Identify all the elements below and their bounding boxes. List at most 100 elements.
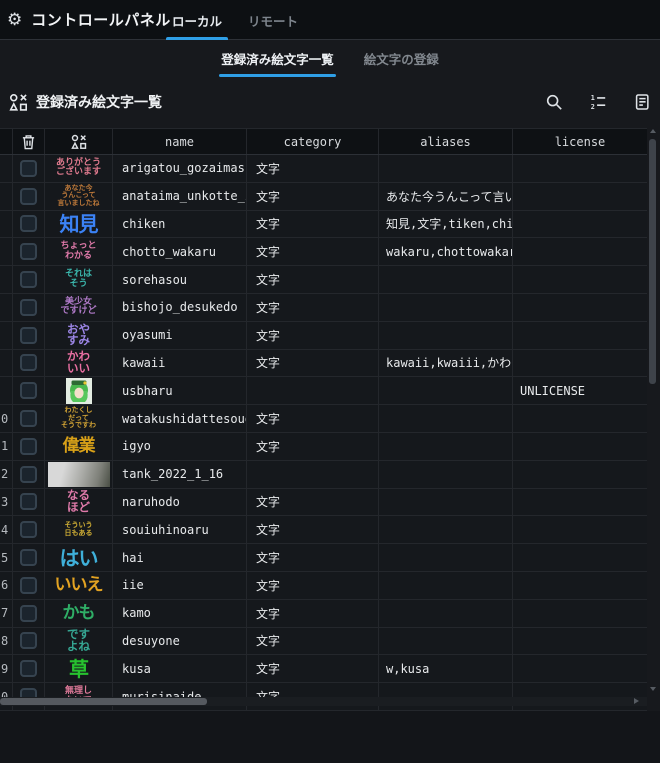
emoji-glyph: 知見 <box>60 214 98 234</box>
emoji-category: 文字 <box>247 183 379 210</box>
row-checkbox[interactable] <box>20 327 37 344</box>
row-checkbox[interactable] <box>20 188 37 205</box>
emoji-preview: 草 <box>45 655 113 682</box>
row-checkbox[interactable] <box>20 521 37 538</box>
emoji-name: kusa <box>113 655 247 682</box>
search-button[interactable] <box>542 90 566 114</box>
log-button[interactable] <box>630 90 654 114</box>
emoji-license <box>513 238 647 265</box>
table-row: 6 いいえ iie 文字 <box>0 572 647 600</box>
emoji-name: kawaii <box>113 350 247 377</box>
emoji-aliases: 知見,文字,tiken,chike <box>379 211 513 238</box>
row-id: 1 <box>0 433 13 460</box>
emoji-preview: ちょっと わかる <box>45 238 113 265</box>
table-row: 4 そういう 日もある souiuhinoaru 文字 <box>0 516 647 544</box>
emoji-glyph: わたくし だって そうですわ <box>61 407 96 430</box>
emoji-license <box>513 489 647 516</box>
emoji-name: iie <box>113 572 247 599</box>
emoji-glyph: です よね <box>67 629 90 652</box>
vertical-scrollbar-thumb[interactable] <box>649 139 656 384</box>
row-checkbox[interactable] <box>20 299 37 316</box>
emoji-preview: あなた今 うんこって 言いましたね <box>45 183 113 210</box>
row-id: 4 <box>0 516 13 543</box>
row-checkbox[interactable] <box>20 632 37 649</box>
row-checkbox[interactable] <box>20 493 37 510</box>
sort-button[interactable]: 1 2 <box>586 90 610 114</box>
row-checkbox[interactable] <box>20 382 37 399</box>
app-header: ⚙ コントロールパネル ローカル リモート <box>0 0 660 40</box>
row-id: 9 <box>0 655 13 682</box>
tab-local[interactable]: ローカル <box>164 0 230 40</box>
row-checkbox-cell <box>13 572 45 599</box>
row-checkbox[interactable] <box>20 660 37 677</box>
emoji-name: anataima_unkotte_iima <box>113 183 247 210</box>
col-category: category <box>247 129 379 154</box>
row-checkbox-cell <box>13 544 45 571</box>
tab-register-emoji[interactable]: 絵文字の登録 <box>362 41 441 75</box>
emoji-name: sorehasou <box>113 266 247 293</box>
section-actions: 1 2 <box>542 82 654 122</box>
emoji-name: chotto_wakaru <box>113 238 247 265</box>
horizontal-scrollbar-thumb[interactable] <box>0 698 207 705</box>
scroll-up-arrow-icon[interactable] <box>650 129 656 133</box>
horizontal-scrollbar[interactable] <box>0 697 647 706</box>
emoji-category: 文字 <box>247 294 379 321</box>
table-body: ありがとう ございます arigatou_gozaimasu 文字 <box>0 155 647 711</box>
emoji-aliases <box>379 461 513 488</box>
emoji-category <box>247 461 379 488</box>
emoji-preview: いいえ <box>45 572 113 599</box>
table-row: 0 わたくし だって そうですわ watakushidattesoudesu 文… <box>0 405 647 433</box>
tab-registered-emoji-list[interactable]: 登録済み絵文字一覧 <box>219 41 336 75</box>
row-checkbox[interactable] <box>20 243 37 260</box>
emoji-name: desuyone <box>113 628 247 655</box>
row-checkbox[interactable] <box>20 438 37 455</box>
row-checkbox[interactable] <box>20 410 37 427</box>
emoji-preview: です よね <box>45 628 113 655</box>
emoji-category: 文字 <box>247 266 379 293</box>
row-checkbox[interactable] <box>20 354 37 371</box>
scroll-down-arrow-icon[interactable] <box>650 687 656 691</box>
emoji-aliases <box>379 433 513 460</box>
row-checkbox[interactable] <box>20 549 37 566</box>
emoji-license <box>513 183 647 210</box>
emoji-category: 文字 <box>247 405 379 432</box>
tab-remote[interactable]: リモート <box>240 0 306 40</box>
row-checkbox[interactable] <box>20 466 37 483</box>
emoji-category <box>247 377 379 404</box>
svg-text:2: 2 <box>591 103 595 111</box>
emoji-category: 文字 <box>247 572 379 599</box>
row-checkbox[interactable] <box>20 160 37 177</box>
table-header-row: name category aliases license <box>0 128 647 155</box>
vertical-scrollbar[interactable] <box>648 129 657 705</box>
row-checkbox[interactable] <box>20 271 37 288</box>
row-checkbox-cell <box>13 433 45 460</box>
table-row: かわ いい kawaii 文字 kawaii,kwaiii,かわいい <box>0 350 647 378</box>
row-checkbox[interactable] <box>20 605 37 622</box>
tank-emoji-image <box>48 462 110 487</box>
emoji-aliases: w,kusa <box>379 655 513 682</box>
row-checkbox[interactable] <box>20 215 37 232</box>
emoji-category: 文字 <box>247 544 379 571</box>
row-checkbox[interactable] <box>20 577 37 594</box>
emoji-name: hai <box>113 544 247 571</box>
gear-icon: ⚙ <box>7 11 22 28</box>
emoji-category: 文字 <box>247 238 379 265</box>
emoji-name: kamo <box>113 600 247 627</box>
tab-remote-label: リモート <box>248 11 298 30</box>
row-id <box>0 266 13 293</box>
emoji-category: 文字 <box>247 433 379 460</box>
table-row: 1 偉業 igyo 文字 <box>0 433 647 461</box>
scroll-right-arrow-icon[interactable] <box>634 698 639 704</box>
sort-numeric-icon: 1 2 <box>589 93 607 111</box>
emoji-aliases <box>379 544 513 571</box>
emoji-preview: かも <box>45 600 113 627</box>
emoji-license <box>513 211 647 238</box>
emoji-glyph: 偉業 <box>63 438 95 455</box>
emoji-aliases <box>379 405 513 432</box>
emoji-license <box>513 433 647 460</box>
row-id: 7 <box>0 600 13 627</box>
row-id <box>0 350 13 377</box>
emoji-category: 文字 <box>247 600 379 627</box>
row-checkbox-cell <box>13 461 45 488</box>
table-row: あなた今 うんこって 言いましたね anataima_unkotte_iima … <box>0 183 647 211</box>
